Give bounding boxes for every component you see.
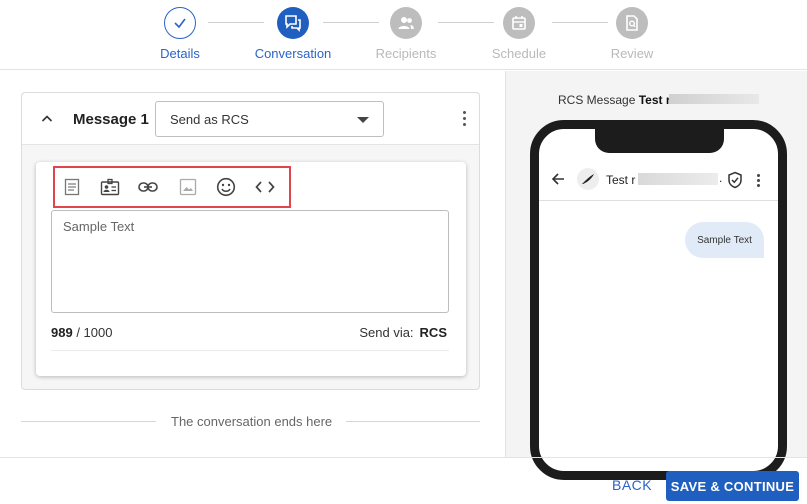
phone-mockup: Test r . Sample Text: [530, 120, 787, 480]
redacted-text: [638, 173, 718, 185]
send-mode-value: Send as RCS: [170, 112, 249, 127]
template-icon[interactable]: [61, 177, 83, 197]
phone-notch: [595, 129, 724, 153]
more-options-icon[interactable]: [463, 111, 467, 129]
step-label: Review: [610, 46, 654, 61]
more-options-icon: [757, 174, 761, 189]
message-title: Message 1: [73, 111, 149, 128]
link-icon[interactable]: [137, 177, 159, 197]
step-label: Recipients: [375, 46, 437, 61]
character-limit: / 1000: [72, 325, 113, 340]
step-label: Conversation: [254, 46, 332, 61]
step-conversation[interactable]: Conversation: [243, 7, 343, 61]
message-bubble: Sample Text: [685, 222, 764, 258]
document-search-icon: [616, 7, 648, 39]
code-icon[interactable]: [254, 177, 276, 197]
chevron-up-icon[interactable]: [41, 112, 53, 130]
redacted-text: [669, 94, 759, 104]
step-recipients[interactable]: Recipients: [356, 7, 456, 61]
calendar-icon: [503, 7, 535, 39]
preview-title: RCS Message Test r: [558, 93, 671, 107]
divider: [346, 421, 480, 422]
footer-divider: [0, 457, 807, 458]
send-via-value: RCS: [419, 325, 447, 340]
step-details[interactable]: Details: [130, 7, 230, 61]
check-icon: [164, 7, 196, 39]
back-button[interactable]: BACK: [612, 477, 652, 493]
caret-down-icon: [357, 117, 369, 123]
step-label: Details: [160, 46, 200, 61]
verified-shield-icon: [727, 171, 743, 194]
contact-name-suffix: .: [719, 171, 723, 185]
character-counter: 989 / 1000: [51, 325, 112, 340]
contact-card-icon[interactable]: [99, 177, 121, 197]
progress-stepper: Details Conversation Recipients Schedule…: [0, 0, 807, 70]
message-editor: Sample Text 989 / 1000 Send via: RCS: [36, 162, 466, 376]
emoji-icon[interactable]: [215, 177, 237, 197]
message-panel: Message 1 Send as RCS Sample Text 989 / …: [21, 92, 480, 390]
send-mode-select[interactable]: Send as RCS: [155, 101, 384, 137]
brand-logo-icon: [577, 168, 599, 190]
people-icon: [390, 7, 422, 39]
characters-remaining: 989: [51, 325, 73, 340]
back-arrow-icon: [551, 172, 565, 191]
step-review[interactable]: Review: [582, 7, 682, 61]
phone-chat-header: Test r .: [539, 159, 778, 201]
preview-panel: RCS Message Test r Test r . Sample Text: [505, 71, 807, 480]
chat-bubbles-icon: [277, 7, 309, 39]
divider: [51, 350, 449, 351]
step-label: Schedule: [491, 46, 547, 61]
send-via-label: Send via:: [359, 325, 414, 340]
send-via: Send via: RCS: [359, 325, 447, 340]
formatting-toolbar: [53, 166, 291, 208]
divider: [21, 421, 156, 422]
step-schedule[interactable]: Schedule: [469, 7, 569, 61]
contact-name: Test r: [606, 173, 636, 187]
conversation-end-text: The conversation ends here: [171, 414, 333, 429]
message-text-input[interactable]: Sample Text: [51, 210, 449, 313]
save-continue-button[interactable]: SAVE & CONTINUE: [666, 471, 799, 501]
preview-title-prefix: RCS Message: [558, 93, 636, 107]
preview-title-name: Test r: [638, 93, 671, 107]
image-icon[interactable]: [177, 177, 199, 197]
message-header: Message 1 Send as RCS: [22, 93, 479, 145]
